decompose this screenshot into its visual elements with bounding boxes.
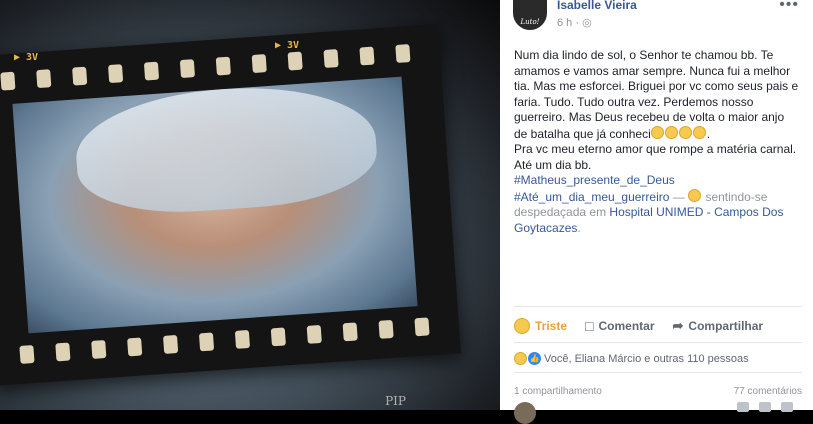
film-label-left: ▶ 3V xyxy=(14,52,39,63)
shares-count[interactable]: 1 compartilhamento xyxy=(514,386,602,397)
sad-reaction-icon xyxy=(514,352,527,365)
globe-icon: ◎ xyxy=(582,17,592,29)
sad-emoji-icon xyxy=(692,125,706,139)
post-meta: 6 h · ◎ xyxy=(557,17,592,29)
post-text-line-2: Pra vc meu eterno amor que rompe a matér… xyxy=(514,142,797,172)
share-icon: ➦ xyxy=(672,318,684,333)
gif-icon[interactable] xyxy=(781,402,793,412)
hashtag-link[interactable]: #Matheus_presente_de_Deus xyxy=(514,173,675,187)
post-text: Num dia lindo de sol, o Senhor te chamou… xyxy=(514,48,799,235)
watermark: PIP xyxy=(385,394,406,408)
location-end: . xyxy=(577,220,581,235)
divider xyxy=(514,372,802,373)
author-name[interactable]: Isabelle Vieira xyxy=(557,0,637,12)
emoji-icon[interactable] xyxy=(737,402,749,412)
triste-reaction-button[interactable]: Triste xyxy=(514,318,567,334)
author-avatar[interactable]: Luto! xyxy=(513,0,547,30)
counts-row: 1 compartilhamento 77 comentários xyxy=(514,386,802,397)
sad-emoji-icon xyxy=(664,125,678,139)
divider xyxy=(514,342,802,343)
reactions-summary[interactable]: 👍 Você, Eliana Márcio e outras 110 pesso… xyxy=(514,352,749,365)
comments-count[interactable]: 77 comentários xyxy=(734,386,802,397)
sad-feeling-icon xyxy=(688,188,702,202)
photo-frame xyxy=(12,76,418,334)
comment-input-icons xyxy=(737,402,793,412)
hashtag-link[interactable]: #Até_um_dia_meu_guerreiro xyxy=(514,190,669,204)
post-photo[interactable]: ▶ 3V ▶ 3V PIP xyxy=(0,0,500,410)
like-reaction-icon: 👍 xyxy=(528,352,541,365)
feeling-separator: — xyxy=(669,189,689,204)
triste-label: Triste xyxy=(535,319,568,333)
film-strip xyxy=(0,24,461,386)
action-bar: Triste □ Comentar ➦ Compartilhar xyxy=(514,316,802,336)
film-label-right: ▶ 3V xyxy=(275,40,300,51)
hat-shape xyxy=(72,78,380,220)
sad-emoji-icon xyxy=(650,125,664,139)
reactions-text: Você, Eliana Márcio e outras 110 pessoas xyxy=(544,352,749,365)
post-time[interactable]: 6 h xyxy=(557,17,572,29)
comment-label: Comentar xyxy=(598,319,655,333)
comment-button[interactable]: □ Comentar xyxy=(585,318,654,334)
sad-face-icon xyxy=(514,318,530,334)
avatar-text: Luto! xyxy=(520,18,540,26)
share-label: Compartilhar xyxy=(688,319,764,333)
divider xyxy=(514,306,802,307)
share-button[interactable]: ➦ Compartilhar xyxy=(673,318,764,334)
sad-emoji-icon xyxy=(678,125,692,139)
comment-icon: □ xyxy=(585,318,594,334)
commenter-avatar xyxy=(514,402,536,424)
post-panel: Luto! Isabelle Vieira 6 h · ◎ ••• Num di… xyxy=(500,0,813,424)
camera-icon[interactable] xyxy=(759,402,771,412)
more-options-icon[interactable]: ••• xyxy=(779,0,799,14)
